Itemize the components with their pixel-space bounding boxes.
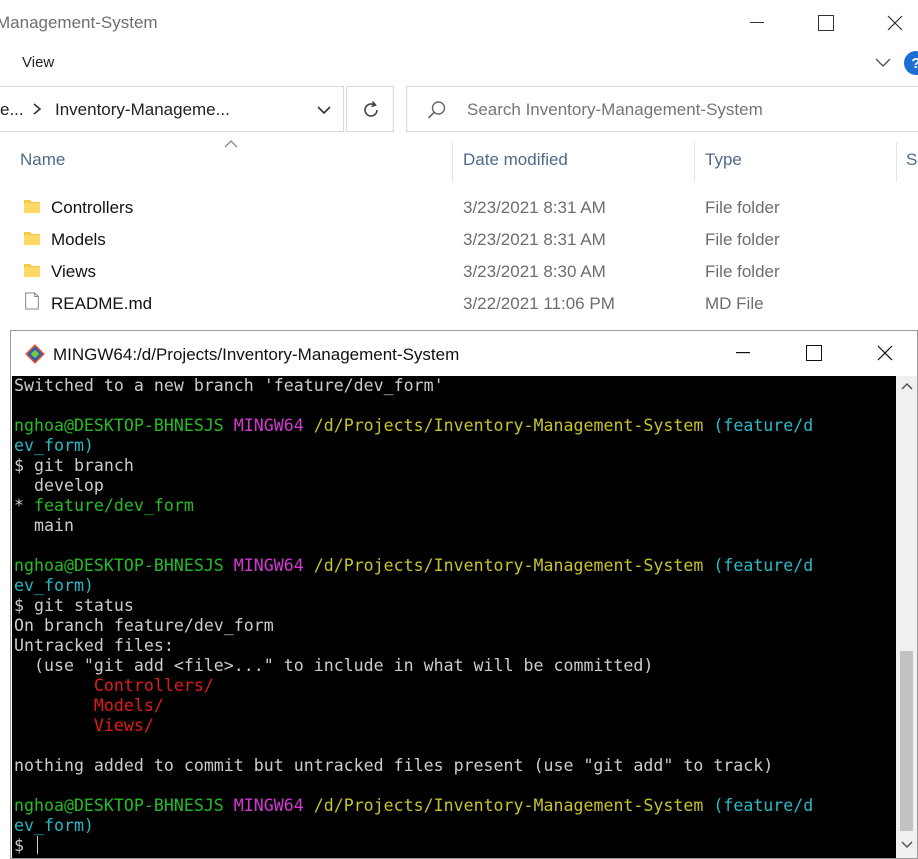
breadcrumb-current[interactable]: Inventory-Manageme... — [55, 100, 230, 120]
file-date: 3/23/2021 8:31 AM — [463, 198, 606, 217]
minimize-icon — [736, 352, 750, 354]
file-name[interactable]: Controllers — [51, 198, 133, 218]
scrollbar-thumb[interactable] — [900, 651, 913, 831]
text-cursor — [37, 836, 38, 854]
sort-ascending-icon — [224, 140, 238, 148]
file-type: File folder — [705, 230, 780, 249]
column-divider[interactable] — [896, 142, 897, 182]
terminal-maximize-button[interactable] — [791, 331, 837, 375]
explorer-close-button[interactable] — [872, 0, 918, 46]
close-icon — [877, 345, 893, 361]
terminal-window: MINGW64:/d/Projects/Inventory-Management… — [10, 330, 918, 859]
address-history-dropdown-icon[interactable] — [314, 101, 334, 119]
status-line: nothing added to commit but untracked fi… — [14, 756, 774, 775]
branch-item: main — [14, 516, 74, 535]
column-header-size[interactable]: S — [906, 150, 917, 170]
prompt-path: /d/Projects/Inventory-Management-System — [313, 556, 704, 575]
prompt-env: MINGW64 — [233, 556, 304, 575]
minimize-icon — [750, 22, 764, 23]
input-prompt[interactable]: $ — [14, 836, 24, 856]
terminal-output[interactable]: Switched to a new branch 'feature/dev_fo… — [12, 376, 896, 858]
search-icon — [427, 101, 446, 119]
command-line: $ git status — [14, 596, 134, 615]
prompt-line: nghoa@DESKTOP-BHNESJS MINGW64 /d/Project… — [14, 416, 813, 436]
file-row[interactable]: Controllers 3/23/2021 8:31 AM File folde… — [0, 192, 918, 224]
file-type: File folder — [705, 262, 780, 281]
maximize-icon — [818, 15, 834, 31]
file-name[interactable]: Models — [51, 230, 106, 250]
file-row[interactable]: README.md 3/22/2021 11:06 PM MD File — [0, 288, 918, 320]
prompt-path: /d/Projects/Inventory-Management-System — [313, 796, 704, 815]
scroll-up-arrow-icon[interactable] — [901, 381, 913, 391]
prompt-line: nghoa@DESKTOP-BHNESJS MINGW64 /d/Project… — [14, 556, 813, 576]
folder-icon — [24, 232, 40, 245]
explorer-maximize-button[interactable] — [803, 0, 849, 46]
status-line: On branch feature/dev_form — [14, 616, 274, 635]
terminal-window-title: MINGW64:/d/Projects/Inventory-Management… — [53, 345, 460, 364]
ribbon-expand-chevron-icon[interactable] — [873, 52, 893, 72]
prompt-branch: (feature/d — [713, 556, 814, 575]
file-row[interactable]: Models 3/23/2021 8:31 AM File folder — [0, 224, 918, 256]
file-type: MD File — [705, 294, 764, 313]
prompt-branch: (feature/d — [713, 796, 814, 815]
search-input[interactable] — [467, 100, 907, 120]
command-line: $ git branch — [14, 456, 134, 475]
ribbon-tab-view[interactable]: View — [22, 54, 54, 71]
prompt-env: MINGW64 — [233, 796, 304, 815]
terminal-close-button[interactable] — [862, 331, 908, 375]
status-line: Untracked files: — [14, 636, 174, 655]
terminal-titlebar[interactable]: MINGW64:/d/Projects/Inventory-Management… — [11, 331, 917, 375]
file-icon — [25, 292, 39, 310]
git-bash-icon — [25, 344, 45, 364]
prompt-user-host: nghoa@DESKTOP-BHNESJS — [14, 556, 224, 575]
breadcrumb-parent[interactable]: e... — [0, 100, 24, 120]
file-type: File folder — [705, 198, 780, 217]
close-icon — [887, 15, 903, 31]
file-row[interactable]: Views 3/23/2021 8:30 AM File folder — [0, 256, 918, 288]
folder-icon — [24, 200, 40, 213]
column-header-date-modified[interactable]: Date modified — [463, 150, 568, 170]
terminal-minimize-button[interactable] — [720, 331, 766, 375]
file-name[interactable]: Views — [51, 262, 96, 282]
untracked-file: Controllers/ — [14, 676, 214, 695]
column-header-name[interactable]: Name — [20, 150, 65, 170]
help-icon: ? — [911, 55, 918, 72]
current-branch-name: feature/dev_form — [33, 496, 194, 515]
file-date: 3/23/2021 8:30 AM — [463, 262, 606, 281]
column-header-type[interactable]: Type — [705, 150, 742, 170]
prompt-user-host: nghoa@DESKTOP-BHNESJS — [14, 416, 224, 435]
prompt-branch-wrap: ev_form) — [14, 816, 94, 835]
explorer-window-title: Management-System — [0, 13, 158, 32]
breadcrumb-separator-icon[interactable] — [30, 101, 44, 117]
branch-item: develop — [14, 476, 104, 495]
prompt-branch: (feature/d — [713, 416, 814, 435]
prompt-line: nghoa@DESKTOP-BHNESJS MINGW64 /d/Project… — [14, 796, 813, 816]
status-hint: (use "git add <file>..." to include in w… — [14, 656, 654, 675]
prompt-branch-wrap: ev_form) — [14, 576, 94, 595]
scroll-down-arrow-icon[interactable] — [901, 840, 913, 850]
column-divider[interactable] — [694, 142, 695, 182]
refresh-icon — [364, 100, 378, 117]
branch-item-current: * feature/dev_form — [14, 496, 194, 516]
explorer-titlebar[interactable]: Management-System — [0, 0, 918, 46]
current-branch-marker: * — [14, 496, 34, 515]
file-date: 3/22/2021 11:06 PM — [463, 294, 615, 313]
column-divider[interactable] — [452, 142, 453, 182]
folder-icon — [24, 264, 40, 277]
terminal-line: Switched to a new branch 'feature/dev_fo… — [14, 376, 444, 395]
prompt-env: MINGW64 — [233, 416, 304, 435]
prompt-path: /d/Projects/Inventory-Management-System — [313, 416, 704, 435]
file-date: 3/23/2021 8:31 AM — [463, 230, 606, 249]
prompt-branch-wrap: ev_form) — [14, 436, 94, 455]
file-name[interactable]: README.md — [51, 294, 152, 314]
help-button[interactable]: ? — [904, 51, 918, 75]
untracked-file: Views/ — [14, 716, 154, 735]
untracked-file: Models/ — [14, 696, 164, 715]
explorer-minimize-button[interactable] — [734, 0, 780, 46]
prompt-user-host: nghoa@DESKTOP-BHNESJS — [14, 796, 224, 815]
maximize-icon — [806, 345, 822, 361]
